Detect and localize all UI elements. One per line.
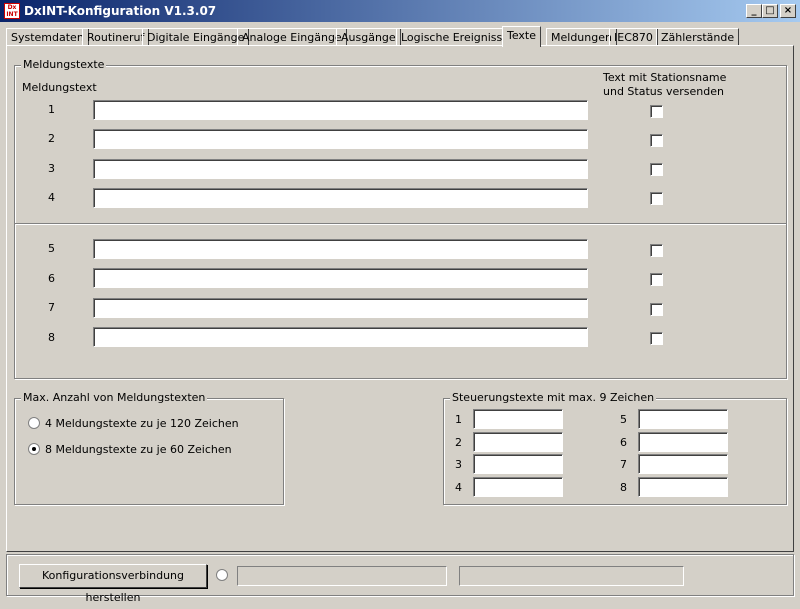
- meldungstext-input-3[interactable]: [93, 159, 588, 179]
- checkbox-header-line1: Text mit Stationsname: [603, 71, 727, 84]
- connection-status-radio[interactable]: [216, 569, 228, 581]
- option-8x60-label[interactable]: 8 Meldungstexte zu je 60 Zeichen: [45, 443, 232, 456]
- meldungstext-column-label: Meldungstext: [22, 81, 97, 94]
- option-4x120-label[interactable]: 4 Meldungstexte zu je 120 Zeichen: [45, 417, 239, 430]
- steuer-num: 5: [620, 413, 627, 426]
- steuerungstext-input-5[interactable]: [638, 409, 728, 429]
- stationsname-checkbox-6[interactable]: [650, 273, 663, 286]
- steuerungstext-input-6[interactable]: [638, 432, 728, 452]
- max-anzahl-legend: Max. Anzahl von Meldungstexten: [21, 391, 208, 404]
- meldungstext-input-1[interactable]: [93, 100, 588, 120]
- connect-button[interactable]: Konfigurationsverbindung herstellen: [19, 564, 207, 604]
- steuer-num: 7: [620, 458, 627, 471]
- stationsname-checkbox-1[interactable]: [650, 105, 663, 118]
- steuerungstext-input-1[interactable]: [473, 409, 563, 429]
- tab-logische-ereignisse[interactable]: Logische Ereignisse: [396, 28, 515, 46]
- meldungstext-input-2[interactable]: [93, 129, 588, 149]
- row-number: 8: [48, 331, 55, 344]
- row-number: 2: [48, 132, 55, 145]
- steuerungstext-input-3[interactable]: [473, 454, 563, 474]
- checkbox-header-line2: und Status versenden: [603, 85, 724, 98]
- maximize-button[interactable]: □: [762, 4, 778, 18]
- tab-iec870[interactable]: IEC870: [609, 28, 658, 46]
- meldungstext-input-7[interactable]: [93, 298, 588, 318]
- row-number: 3: [48, 162, 55, 175]
- row-number: 5: [48, 242, 55, 255]
- close-button[interactable]: ×: [780, 4, 796, 18]
- option-4x120-radio[interactable]: [28, 417, 40, 429]
- tab-systemdaten[interactable]: Systemdaten: [6, 28, 89, 46]
- app-icon: Dx INT: [4, 3, 20, 19]
- steuerungstext-input-4[interactable]: [473, 477, 563, 497]
- row-number: 6: [48, 272, 55, 285]
- status-field-1: [237, 566, 447, 586]
- meldungstext-input-5[interactable]: [93, 239, 588, 259]
- minimize-button[interactable]: _: [746, 4, 762, 18]
- stationsname-checkbox-2[interactable]: [650, 134, 663, 147]
- row-separator: [15, 223, 786, 225]
- meldungstext-input-6[interactable]: [93, 268, 588, 288]
- meldungstext-input-8[interactable]: [93, 327, 588, 347]
- stationsname-checkbox-3[interactable]: [650, 163, 663, 176]
- option-8x60-radio[interactable]: [28, 443, 40, 455]
- tab-texte[interactable]: Texte: [502, 26, 542, 47]
- stationsname-checkbox-7[interactable]: [650, 303, 663, 316]
- steuer-num: 4: [455, 481, 462, 494]
- meldungstext-input-4[interactable]: [93, 188, 588, 208]
- steuer-num: 8: [620, 481, 627, 494]
- tab-meldungen[interactable]: Meldungen: [546, 28, 617, 46]
- stationsname-checkbox-4[interactable]: [650, 192, 663, 205]
- steuerungstext-input-2[interactable]: [473, 432, 563, 452]
- steuer-num: 2: [455, 436, 462, 449]
- steuer-num: 3: [455, 458, 462, 471]
- stationsname-checkbox-8[interactable]: [650, 332, 663, 345]
- row-number: 7: [48, 301, 55, 314]
- steuer-num: 6: [620, 436, 627, 449]
- steuerungstext-input-7[interactable]: [638, 454, 728, 474]
- steuer-num: 1: [455, 413, 462, 426]
- steuerungstext-input-8[interactable]: [638, 477, 728, 497]
- tab-digitale-eingaenge[interactable]: Digitale Eingänge: [142, 28, 250, 46]
- tab-zaehlerstaende[interactable]: Zählerstände: [656, 28, 740, 46]
- tab-analoge-eingaenge[interactable]: Analoge Eingänge: [237, 28, 347, 46]
- tab-ausgaenge[interactable]: Ausgänge: [336, 28, 401, 46]
- meldungstexte-legend: Meldungstexte: [21, 58, 107, 71]
- row-number: 1: [48, 103, 55, 116]
- stationsname-checkbox-5[interactable]: [650, 244, 663, 257]
- window-title: DxINT-Konfiguration V1.3.07: [24, 4, 217, 18]
- row-number: 4: [48, 191, 55, 204]
- title-bar: Dx INT DxINT-Konfiguration V1.3.07 _ □ ×: [0, 0, 800, 22]
- steuerungstexte-legend: Steuerungstexte mit max. 9 Zeichen: [450, 391, 657, 404]
- tab-routineruf[interactable]: Routineruf: [82, 28, 150, 46]
- status-field-2: [459, 566, 684, 586]
